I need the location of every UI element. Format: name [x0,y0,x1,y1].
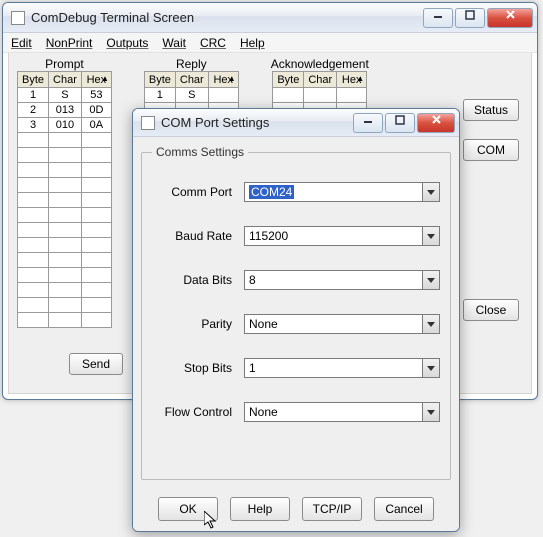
prompt-title: Prompt [45,57,84,71]
col-hex[interactable]: Hex▲ [337,72,367,88]
menu-crc[interactable]: CRC [200,36,226,50]
tcpip-button[interactable]: TCP/IP [302,497,362,521]
ok-button[interactable]: OK [158,497,218,521]
chevron-down-icon[interactable] [422,227,439,245]
dialog-icon [141,116,155,130]
maximize-button[interactable] [455,8,485,28]
dialog-maximize-button[interactable] [385,113,415,133]
table-row[interactable]: . [18,193,112,208]
table-row[interactable]: . [18,163,112,178]
table-row[interactable]: 1S [144,88,238,103]
close-button[interactable] [487,8,533,28]
dialog-minimize-button[interactable] [353,113,383,133]
dialog-close-button[interactable] [417,113,455,133]
col-byte[interactable]: Byte [144,72,175,88]
menu-help[interactable]: Help [240,36,265,50]
table-row[interactable]: 20130D [18,103,112,118]
table-row[interactable]: . [18,148,112,163]
main-title: ComDebug Terminal Screen [31,10,415,25]
table-row[interactable]: . [18,283,112,298]
menu-edit[interactable]: Edit [11,36,32,50]
menubar: Edit NonPrint Outputs Wait CRC Help [3,33,537,53]
col-char[interactable]: Char [175,72,208,88]
flow-control-label: Flow Control [152,405,244,419]
col-char[interactable]: Char [49,72,82,88]
main-titlebar[interactable]: ComDebug Terminal Screen [3,3,537,33]
baud-rate-select[interactable]: 115200 [244,226,440,246]
comms-settings-group: Comms Settings Comm Port COM24 Baud Rate… [141,145,451,480]
dialog-body: Comms Settings Comm Port COM24 Baud Rate… [133,137,459,531]
col-byte[interactable]: Byte [273,72,304,88]
flow-control-select[interactable]: None [244,402,440,422]
app-icon [11,11,25,25]
comm-port-select[interactable]: COM24 [244,182,440,202]
col-byte[interactable]: Byte [18,72,49,88]
dialog-title: COM Port Settings [161,115,345,130]
minimize-button[interactable] [423,8,453,28]
ack-title: Acknowledgement [271,57,369,71]
com-button[interactable]: COM [463,139,519,161]
baud-rate-label: Baud Rate [152,229,244,243]
table-row[interactable]: . [18,208,112,223]
table-row[interactable]: . [18,298,112,313]
data-bits-select[interactable]: 8 [244,270,440,290]
data-bits-label: Data Bits [152,273,244,287]
reply-title: Reply [176,57,207,71]
parity-label: Parity [152,317,244,331]
chevron-down-icon[interactable] [422,403,439,421]
table-row[interactable]: . [18,223,112,238]
table-row[interactable]: . [18,238,112,253]
comm-port-label: Comm Port [152,185,244,199]
table-row[interactable]: . [18,133,112,148]
chevron-down-icon[interactable] [422,315,439,333]
menu-nonprint[interactable]: NonPrint [46,36,93,50]
menu-wait[interactable]: Wait [162,36,186,50]
chevron-down-icon[interactable] [422,271,439,289]
parity-select[interactable]: None [244,314,440,334]
stop-bits-select[interactable]: 1 [244,358,440,378]
comms-legend: Comms Settings [152,145,248,159]
status-button[interactable]: Status [463,99,519,121]
menu-outputs[interactable]: Outputs [106,36,148,50]
help-button[interactable]: Help [230,497,290,521]
table-row[interactable]: 30100A [18,118,112,133]
table-row[interactable]: . [18,253,112,268]
col-hex[interactable]: Hex▲ [208,72,238,88]
table-row[interactable]: . [273,88,367,103]
col-hex[interactable]: Hex▲ [81,72,111,88]
table-row[interactable]: . [18,178,112,193]
dialog-titlebar[interactable]: COM Port Settings [133,109,459,137]
send-button[interactable]: Send [69,353,123,375]
chevron-down-icon[interactable] [422,183,439,201]
table-row[interactable]: . [18,268,112,283]
col-char[interactable]: Char [304,72,337,88]
chevron-down-icon[interactable] [422,359,439,377]
table-row[interactable]: . [18,313,112,328]
cancel-button[interactable]: Cancel [374,497,434,521]
prompt-table[interactable]: Byte Char Hex▲ 1S53 20130D 30100A . . . … [17,71,112,328]
close-main-button[interactable]: Close [463,299,519,321]
table-row[interactable]: 1S53 [18,88,112,103]
stop-bits-label: Stop Bits [152,361,244,375]
com-port-dialog: COM Port Settings Comms Settings Comm Po… [132,108,460,532]
